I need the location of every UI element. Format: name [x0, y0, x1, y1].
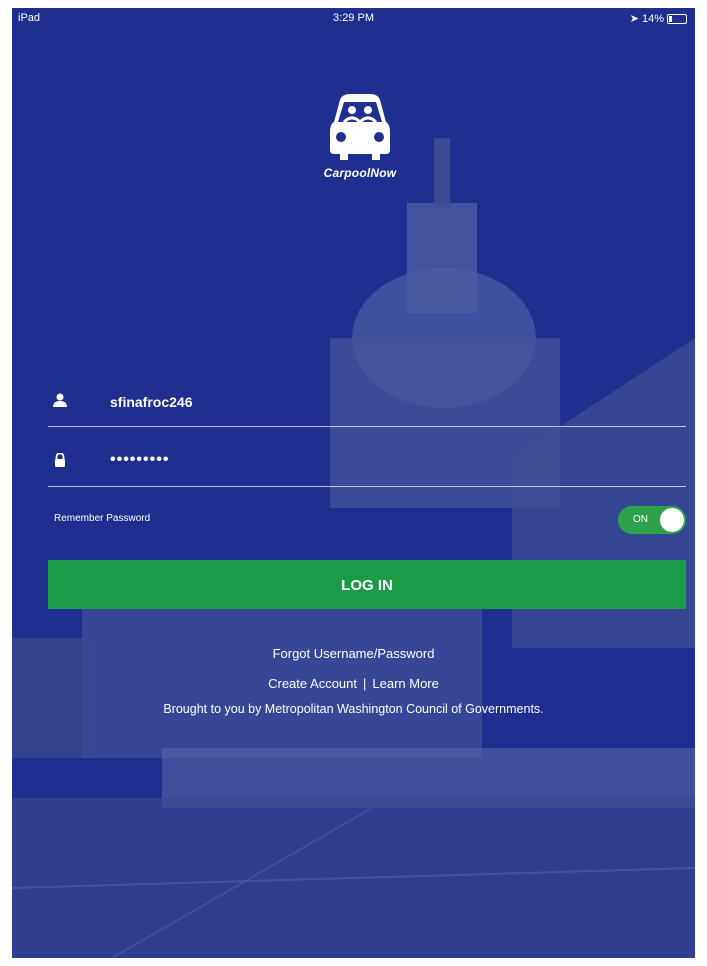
remember-password-toggle[interactable]: ON [618, 506, 686, 534]
remember-password-label: Remember Password [54, 513, 151, 524]
sponsor-text: Brought to you by Metropolitan Washingto… [163, 702, 544, 716]
username-input[interactable]: sfinafroc246 [110, 394, 192, 410]
battery-percent: 14% [641, 12, 664, 25]
status-bar: iPad 3:29 PM ➤ 14% [12, 8, 695, 30]
password-input[interactable]: ••••••••• [110, 451, 169, 469]
username-field[interactable]: sfinafroc246 [48, 378, 686, 427]
car-icon [330, 94, 390, 160]
learn-more-link[interactable]: Learn More [372, 676, 438, 691]
forgot-row: Forgot Username/Password [12, 646, 695, 661]
account-links-row: Create Account | Learn More [12, 676, 695, 691]
toggle-knob [660, 508, 684, 532]
password-field[interactable]: ••••••••• [48, 438, 686, 487]
app-logo: CarpoolNow [315, 92, 405, 180]
link-separator: | [363, 676, 367, 691]
user-icon [53, 393, 67, 407]
lock-icon [55, 453, 65, 467]
toggle-state-label: ON [633, 514, 648, 525]
location-arrow-icon: ➤ [629, 13, 639, 25]
create-account-link[interactable]: Create Account [268, 676, 357, 691]
forgot-username-password-link[interactable]: Forgot Username/Password [273, 646, 435, 661]
login-button[interactable]: LOG IN [48, 560, 686, 609]
app-screen: iPad 3:29 PM ➤ 14% CarpoolNow sfinafroc2… [12, 8, 695, 958]
app-name: CarpoolNow [323, 166, 397, 180]
status-time: 3:29 PM [333, 12, 374, 24]
battery-icon [667, 13, 687, 24]
battery-indicator: ➤ 14% [630, 12, 687, 25]
